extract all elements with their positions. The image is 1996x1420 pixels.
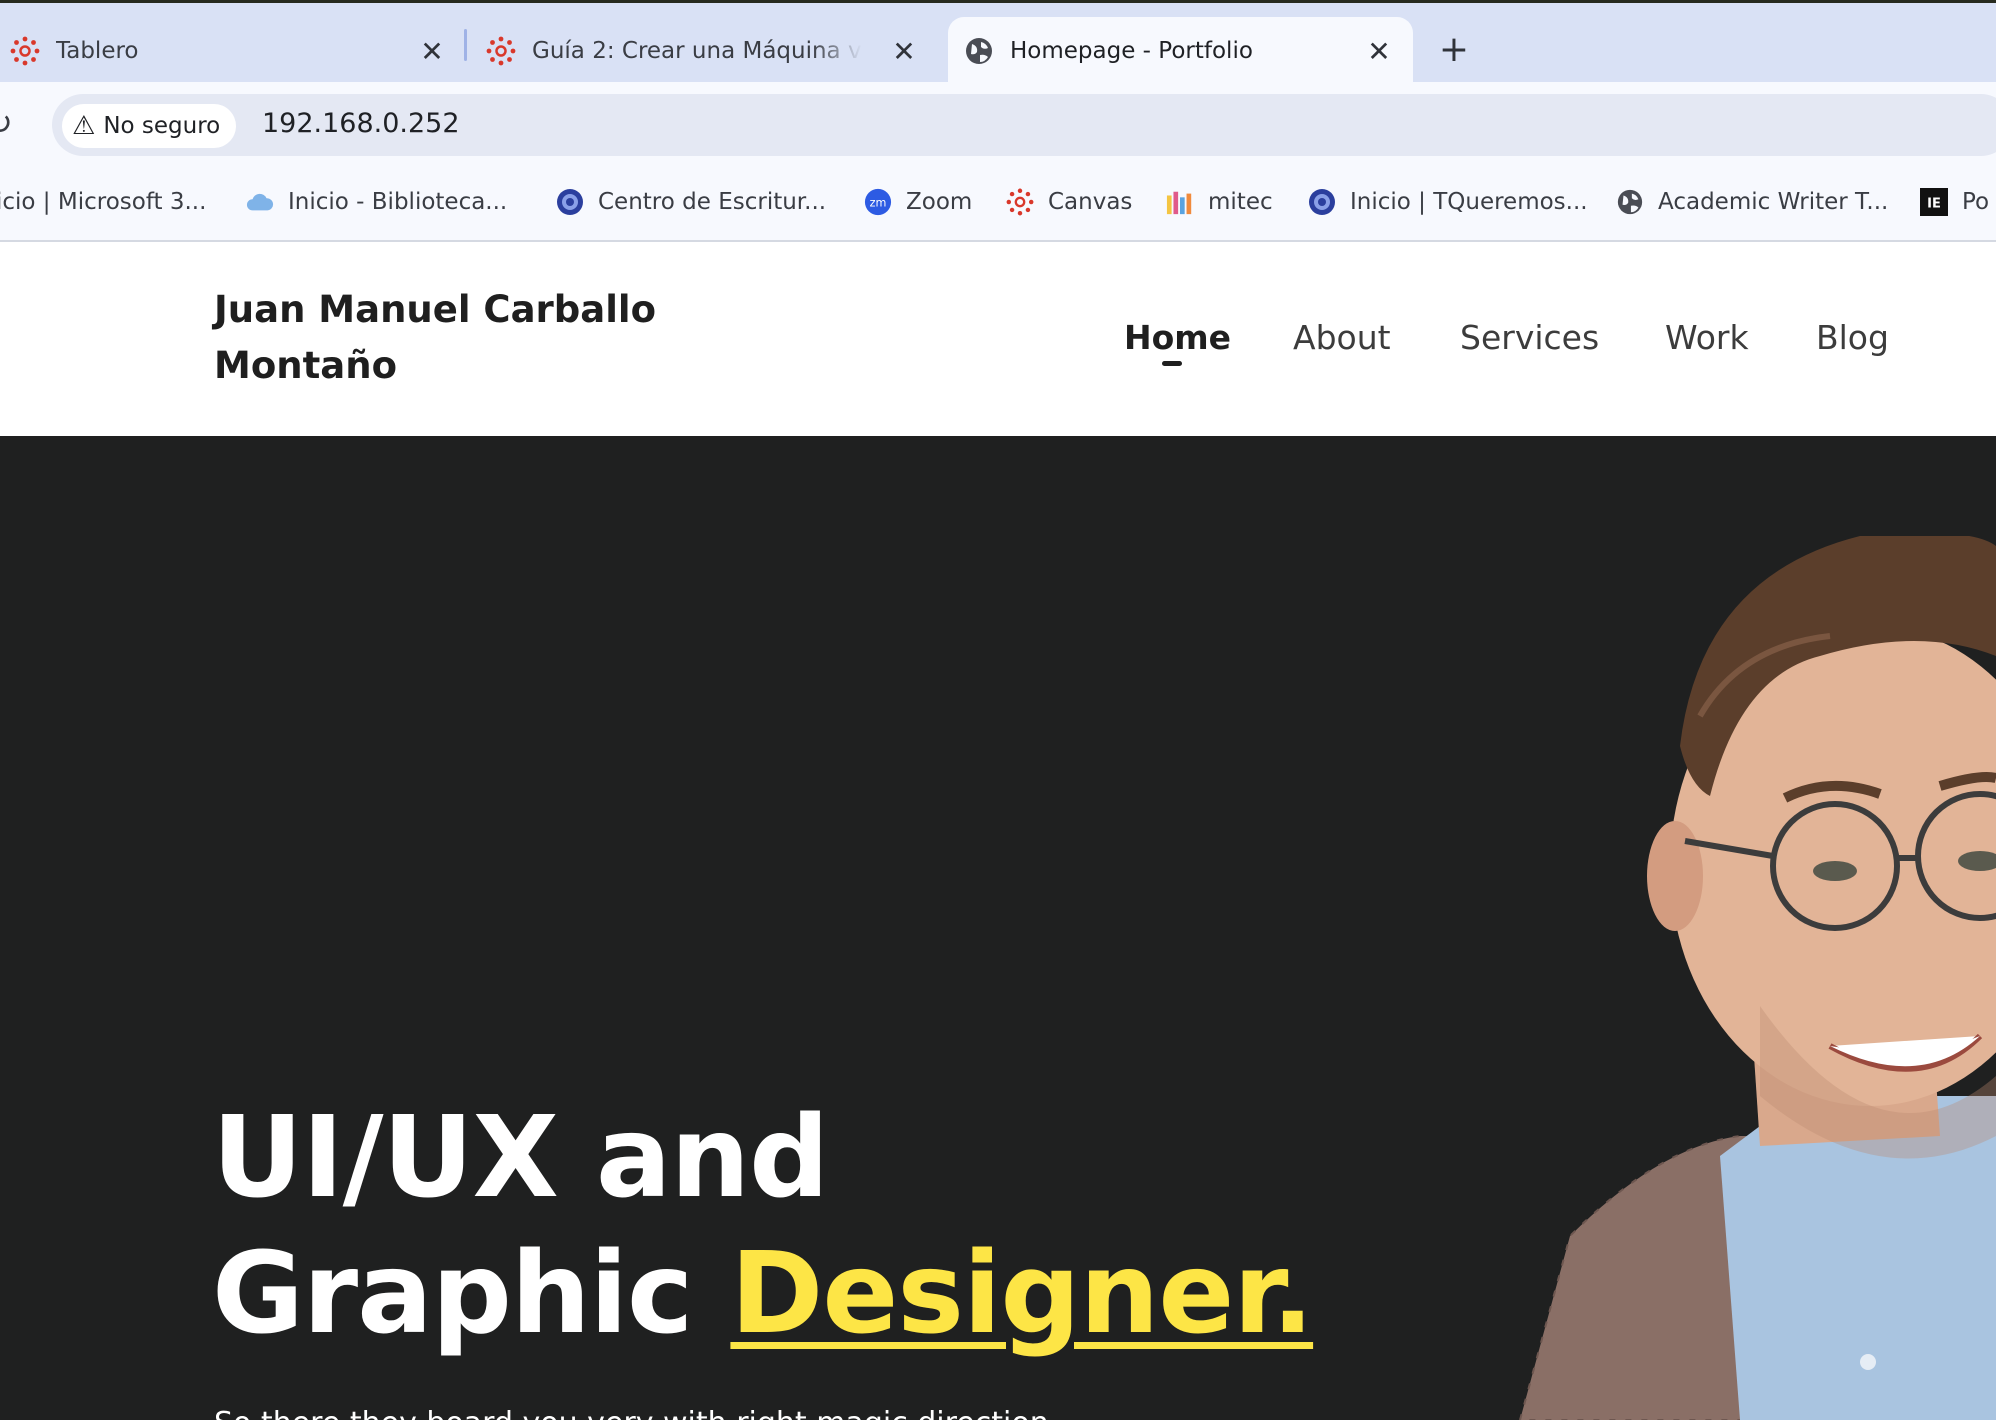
url-text[interactable]: 192.168.0.252 — [262, 108, 460, 139]
bookmark-zoom[interactable]: zm Zoom — [864, 184, 972, 220]
bookmark-centro-escritura[interactable]: Centro de Escritur... — [556, 184, 826, 220]
hero-heading-line-2: Graphic — [212, 1229, 731, 1359]
bookmark-label: mitec — [1208, 189, 1273, 215]
tab-title: Homepage - Portfolio — [1010, 38, 1253, 64]
bookmark-po[interactable]: IE Po — [1920, 184, 1989, 220]
security-label: No seguro — [103, 113, 221, 139]
canvas-icon — [10, 36, 40, 66]
hero-section: UI/UX and Graphic Designer. So there the… — [0, 436, 1996, 1420]
security-chip[interactable]: ⚠ No seguro — [62, 104, 237, 148]
bookmark-microsoft[interactable]: icio | Microsoft 3... — [0, 184, 206, 220]
close-tab-icon[interactable]: ✕ — [416, 35, 448, 68]
tab-bar: Tablero ✕ Guía 2: Crear una Máquina virt… — [0, 3, 1996, 85]
tec-seal-icon — [1308, 188, 1336, 216]
toolbar: ↻ ⚠ No seguro 192.168.0.252 — [0, 82, 1996, 162]
nav-active-indicator — [1162, 361, 1182, 366]
close-tab-icon[interactable]: ✕ — [888, 35, 920, 68]
globe-icon — [1616, 188, 1644, 216]
nav-services[interactable]: Services — [1460, 318, 1599, 357]
logo-line-2: Montaño — [214, 344, 397, 387]
cloud-icon — [246, 188, 274, 216]
logo-line-1: Juan Manuel Carballo — [214, 288, 657, 331]
svg-text:IE: IE — [1927, 197, 1941, 212]
bookmark-label: Inicio - Biblioteca... — [288, 189, 508, 215]
tab-separator — [464, 29, 467, 61]
ie-icon: IE — [1920, 188, 1948, 216]
tab-homepage-portfolio[interactable]: Homepage - Portfolio ✕ — [948, 17, 1413, 85]
bookmark-label: icio | Microsoft 3... — [0, 189, 207, 215]
bookmark-tqueremos[interactable]: Inicio | TQueremos... — [1308, 184, 1588, 220]
tab-title: Tablero — [56, 38, 139, 64]
portrait-photo — [1500, 532, 1996, 1420]
nav-work[interactable]: Work — [1665, 318, 1749, 357]
tab-title: Guía 2: Crear una Máquina virtual — [532, 38, 862, 64]
new-tab-icon[interactable]: + — [1434, 29, 1474, 70]
tec-seal-icon — [556, 188, 584, 216]
bookmark-academic-writer[interactable]: Academic Writer T... — [1616, 184, 1888, 220]
bookmark-label: Canvas — [1048, 189, 1133, 215]
tab-tablero[interactable]: Tablero ✕ — [10, 17, 448, 85]
bookmark-label: Academic Writer T... — [1658, 189, 1889, 215]
hero-heading-line-1: UI/UX and — [212, 1093, 829, 1223]
mitec-icon — [1166, 188, 1194, 216]
bookmark-canvas[interactable]: Canvas — [1006, 184, 1132, 220]
hero-subtitle: So there they board you very with right … — [214, 1406, 1058, 1420]
site-header: Juan Manuel Carballo Montaño Home About … — [0, 242, 1996, 436]
site-logo[interactable]: Juan Manuel Carballo Montaño — [214, 282, 734, 394]
svg-text:zm: zm — [870, 197, 887, 210]
tab-guia-2[interactable]: Guía 2: Crear una Máquina virtual ✕ — [486, 17, 920, 85]
bookmark-mitec[interactable]: mitec — [1166, 184, 1273, 220]
bookmark-label: Zoom — [906, 189, 973, 215]
bookmark-biblioteca[interactable]: Inicio - Biblioteca... — [246, 184, 507, 220]
canvas-icon — [486, 36, 516, 66]
bookmark-label: Po — [1962, 189, 1990, 215]
hero-heading-accent: Designer. — [730, 1229, 1314, 1359]
reload-icon[interactable]: ↻ — [0, 104, 13, 142]
warning-icon: ⚠ — [72, 111, 96, 141]
nav-blog[interactable]: Blog — [1816, 318, 1889, 357]
globe-icon — [964, 36, 994, 66]
nav-about[interactable]: About — [1293, 318, 1391, 357]
hero-heading: UI/UX and Graphic Designer. — [212, 1090, 1314, 1362]
bookmark-label: Inicio | TQueremos... — [1350, 189, 1588, 215]
canvas-icon — [1006, 188, 1034, 216]
bookmark-label: Centro de Escritur... — [598, 189, 827, 215]
close-tab-icon[interactable]: ✕ — [1363, 35, 1395, 68]
zoom-icon: zm — [864, 188, 892, 216]
nav-home[interactable]: Home — [1124, 318, 1231, 357]
bookmarks-bar: icio | Microsoft 3... Inicio - Bibliotec… — [0, 162, 1996, 242]
